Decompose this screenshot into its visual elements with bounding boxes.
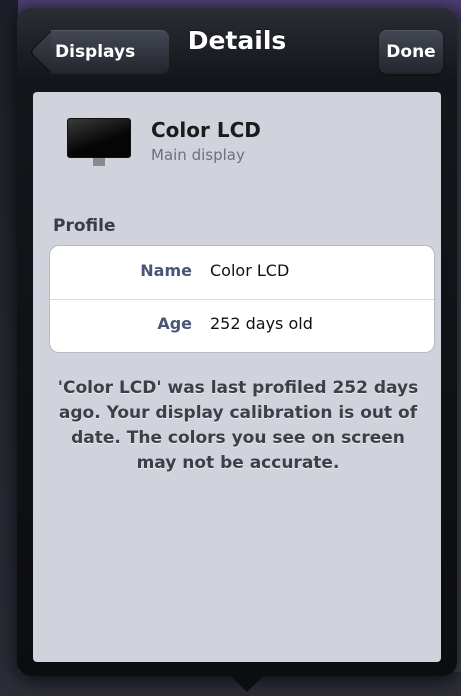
popover-arrow xyxy=(227,672,267,692)
device-name: Color LCD xyxy=(151,118,261,142)
profile-row-name: Name Color LCD xyxy=(50,246,434,300)
row-key-age: Age xyxy=(157,314,192,333)
device-subtitle: Main display xyxy=(151,146,245,164)
details-content: Color LCD Main display Profile Name Colo… xyxy=(33,92,441,662)
row-value-name: Color LCD xyxy=(210,261,290,280)
profile-row-age: Age 252 days old xyxy=(50,299,434,352)
row-value-age: 252 days old xyxy=(210,314,313,333)
profile-table: Name Color LCD Age 252 days old xyxy=(49,245,435,353)
display-icon xyxy=(67,118,131,166)
profile-section-header: Profile xyxy=(53,216,116,236)
navigation-bar: Displays Details Done xyxy=(17,8,457,88)
display-stand xyxy=(93,158,105,166)
display-screen xyxy=(67,118,131,158)
row-key-name: Name xyxy=(140,261,192,280)
details-popover: Displays Details Done Color LCD Main dis… xyxy=(17,8,457,676)
calibration-warning-message: 'Color LCD' was last profiled 252 days a… xyxy=(57,378,419,473)
background-app-sidebar xyxy=(0,0,18,696)
done-button[interactable]: Done xyxy=(379,30,443,74)
